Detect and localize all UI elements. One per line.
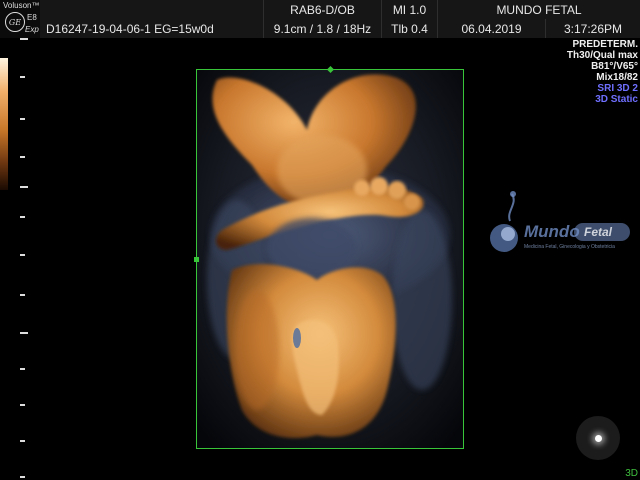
- depth-tick: [20, 440, 25, 442]
- exam-date: 06.04.2019: [438, 19, 546, 38]
- header-blank-cell: [40, 0, 264, 19]
- mundo-fetal-watermark: Mundo Fetal Medicina Fetal, Ginecologia …: [488, 186, 638, 266]
- status-header: Voluson™ GE E8 Exp RAB6-D/OB MI 1.0 MUND…: [0, 0, 640, 38]
- model-name: E8: [27, 13, 37, 22]
- render-parameters: PREDETERM. Th30/Qual max B81°/V65° Mix18…: [538, 39, 638, 105]
- orientation-indicator[interactable]: [576, 416, 620, 460]
- roi-box[interactable]: [196, 69, 464, 449]
- mechanical-index: MI 1.0: [382, 0, 438, 19]
- depth-tick: [20, 216, 25, 218]
- thermal-index: Tlb 0.4: [382, 19, 438, 38]
- param-mix: Mix18/82: [596, 72, 638, 83]
- param-threshold-quality: Th30/Qual max: [566, 50, 638, 61]
- voluson-logo: Voluson™ GE E8 Exp: [0, 0, 40, 38]
- depth-tick: [20, 332, 28, 334]
- param-angles: B81°/V65°: [591, 61, 638, 72]
- header-row-top: RAB6-D/OB MI 1.0 MUNDO FETAL: [40, 0, 640, 20]
- depth-scale: [20, 38, 28, 480]
- depth-tick: [20, 186, 28, 188]
- watermark-badge: Fetal: [584, 225, 613, 239]
- depth-tick: [20, 368, 25, 370]
- param-predeterm: PREDETERM.: [572, 39, 638, 50]
- brand-name: Voluson™: [3, 1, 40, 10]
- orientation-dot-icon: [594, 434, 602, 442]
- depth-tick: [20, 294, 25, 296]
- depth-tick: [20, 76, 25, 78]
- depth-tick: [20, 38, 28, 40]
- model-variant: Exp: [25, 25, 39, 34]
- depth-tick: [20, 254, 25, 256]
- depth-frequency: 9.1cm / 1.8 / 18Hz: [264, 19, 382, 38]
- color-map-bar: [0, 58, 8, 190]
- watermark-name: Mundo: [524, 222, 580, 241]
- probe-preset: RAB6-D/OB: [264, 0, 382, 19]
- depth-tick: [20, 156, 25, 158]
- institution-name: MUNDO FETAL: [438, 0, 640, 19]
- depth-tick: [20, 118, 25, 120]
- depth-tick: [20, 404, 25, 406]
- ge-logo-icon: GE: [5, 12, 25, 32]
- watermark-tagline: Medicina Fetal, Ginecologia y Obstetrici…: [524, 244, 615, 250]
- param-3d-mode: 3D Static: [595, 94, 638, 105]
- roi-left-handle[interactable]: [194, 257, 199, 262]
- patient-id: D16247-19-04-06-1 EG=15w0d: [40, 19, 264, 38]
- exam-time: 3:17:26PM: [546, 19, 640, 38]
- param-sri: SRI 3D 2: [597, 83, 638, 94]
- header-row-bottom: D16247-19-04-06-1 EG=15w0d 9.1cm / 1.8 /…: [40, 19, 640, 38]
- depth-tick: [20, 476, 25, 478]
- mode-label: 3D: [625, 468, 638, 479]
